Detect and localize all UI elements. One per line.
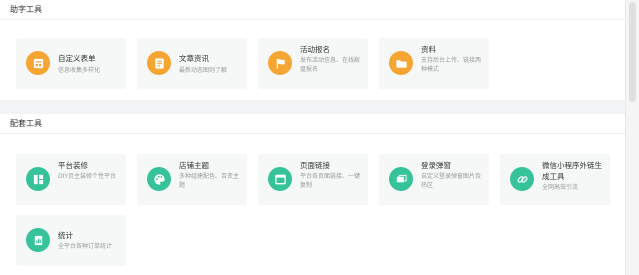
- layout-icon: [26, 167, 50, 191]
- vertical-scrollbar[interactable]: [625, 0, 639, 275]
- tool-card-title: 资料: [421, 45, 436, 54]
- section-title: 助字工具: [0, 0, 625, 20]
- tool-card-desc: 平台各页面链接、一键复制: [300, 173, 361, 189]
- article-icon: [147, 51, 171, 75]
- tool-card-desc: 最新动态图则了解: [179, 67, 228, 74]
- tool-card-desc: 发布活动信息、在线敝盘报名: [300, 57, 361, 73]
- tool-card-desc: 多种组建配色、百变主题: [179, 173, 240, 189]
- link-icon: [510, 167, 534, 191]
- tool-card-login-popup[interactable]: 登录弹窗 自定义登录弹窗图片及热区: [379, 154, 489, 205]
- folder-icon: [389, 51, 413, 75]
- tool-card-statistics[interactable]: 统计 全平台各种订单统计: [16, 215, 126, 266]
- section-title: 配套工具: [0, 114, 625, 134]
- tool-card-materials[interactable]: 资料 支持后台上传、链接两种模式: [379, 38, 489, 89]
- tool-card-page-links[interactable]: 页面链接 平台各页面链接、一键复制: [258, 154, 368, 205]
- flag-icon: [268, 51, 292, 75]
- tool-card-title: 平台装修: [58, 161, 88, 170]
- tool-card-desc: 全网高效引流: [542, 184, 579, 191]
- tool-card-custom-form[interactable]: 自定义表单 信息收集多样化: [16, 38, 126, 89]
- palette-icon: [147, 167, 171, 191]
- window-icon: [268, 167, 292, 191]
- section-panel-2: 配套工具 平台装修 DIY页主装修个性平台 店铺主题 多种组建配色、百变主题 页…: [0, 114, 625, 275]
- tool-card-title: 自定义表单: [58, 54, 96, 63]
- tool-card-title: 页面链接: [300, 161, 330, 170]
- tool-card-articles[interactable]: 文章资讯 最新动态图则了解: [137, 38, 247, 89]
- tool-card-platform-decor[interactable]: 平台装修 DIY页主装修个性平台: [16, 154, 126, 205]
- tool-card-desc: 支持后台上传、链接两种模式: [421, 57, 482, 73]
- tool-card-desc: 信息收集多样化: [58, 67, 101, 74]
- tool-card-title: 活动报名: [300, 45, 330, 54]
- tool-card-desc: 自定义登录弹窗图片及热区: [421, 173, 482, 189]
- tool-card-title: 统计: [58, 231, 73, 240]
- popup-icon: [389, 167, 413, 191]
- tool-card-title: 微信小程序外链生成工具: [542, 161, 602, 181]
- tool-card-desc: 全平台各种订单统计: [58, 243, 113, 250]
- stats-icon: [26, 228, 50, 252]
- tool-card-event-signup[interactable]: 活动报名 发布活动信息、在线敝盘报名: [258, 38, 368, 89]
- tool-card-store-theme[interactable]: 店铺主题 多种组建配色、百变主题: [137, 154, 247, 205]
- tool-card-desc: DIY页主装修个性平台: [58, 173, 117, 180]
- tool-card-title: 登录弹窗: [421, 161, 451, 170]
- tool-card-miniprogram-link[interactable]: 微信小程序外链生成工具 全网高效引流: [500, 154, 610, 205]
- form-icon: [26, 51, 50, 75]
- scrollbar-thumb[interactable]: [629, 2, 636, 102]
- tool-card-title: 文章资讯: [179, 54, 209, 63]
- tool-card-title: 店铺主题: [179, 161, 209, 170]
- section-panel-1: 助字工具 自定义表单 信息收集多样化 文章资讯 最新动态图则了解 活动报名 发布…: [0, 0, 625, 100]
